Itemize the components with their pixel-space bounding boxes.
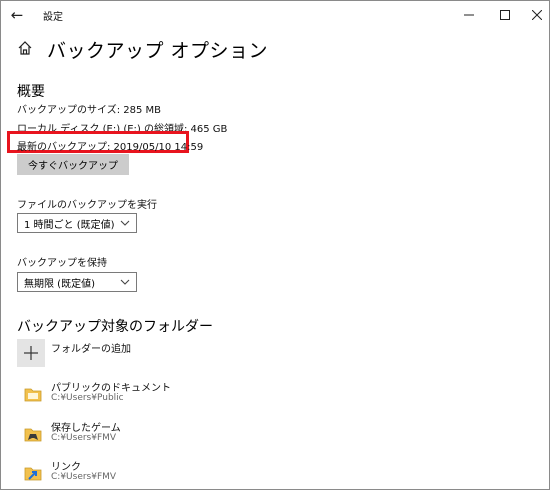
saved-games-icon <box>24 428 42 442</box>
settings-window: ← 設定 バックアップ オプション 概要 バックアップのサイズ: 285 MB … <box>0 0 550 490</box>
backup-now-button[interactable]: 今すぐバックアップ <box>17 154 129 175</box>
links-folder-icon <box>24 467 42 481</box>
close-button[interactable] <box>517 1 549 29</box>
folder-path: C:¥Users¥FMV <box>51 472 117 482</box>
window-title: 設定 <box>43 12 63 23</box>
folder-path: C:¥Users¥Public <box>51 393 124 403</box>
chevron-down-icon <box>120 279 130 285</box>
back-arrow-icon: ← <box>10 6 24 24</box>
folder-name: リンク <box>51 462 81 473</box>
add-folder-button[interactable] <box>17 339 45 367</box>
folder-path: C:¥Users¥FMV <box>51 433 117 443</box>
plus-icon <box>24 346 38 360</box>
folder-name: 保存したゲーム <box>51 423 121 434</box>
title-bar: ← 設定 <box>1 1 549 31</box>
back-button[interactable]: ← <box>1 1 33 29</box>
close-icon <box>532 10 542 20</box>
run-backup-label: ファイルのバックアップを実行 <box>17 200 157 211</box>
latest-backup-text: 最新のバックアップ: 2019/05/10 14:59 <box>17 142 204 153</box>
folder-item-public-documents[interactable]: パブリックのドキュメント C:¥Users¥Public <box>17 379 317 413</box>
keep-backup-value: 無期限 (既定値) <box>24 278 95 290</box>
folder-icon <box>24 388 42 402</box>
overview-heading: 概要 <box>17 84 45 100</box>
add-folder-label[interactable]: フォルダーの追加 <box>51 340 131 355</box>
minimize-button[interactable] <box>449 1 489 29</box>
folder-name: パブリックのドキュメント <box>51 383 171 394</box>
backup-size-text: バックアップのサイズ: 285 MB <box>17 105 162 116</box>
home-icon[interactable] <box>17 40 33 56</box>
keep-backup-label: バックアップを保持 <box>17 258 107 269</box>
keep-backup-select[interactable]: 無期限 (既定値) <box>17 272 137 292</box>
folder-item-saved-games[interactable]: 保存したゲーム C:¥Users¥FMV <box>17 419 317 453</box>
folder-item-links[interactable]: リンク C:¥Users¥FMV <box>17 458 317 489</box>
run-backup-select[interactable]: 1 時間ごと (既定値) <box>17 213 137 233</box>
chevron-down-icon <box>120 220 130 226</box>
run-backup-value: 1 時間ごと (既定値) <box>24 219 115 231</box>
minimize-icon <box>464 14 474 16</box>
folders-heading: バックアップ対象のフォルダー <box>17 319 213 335</box>
page-title: バックアップ オプション <box>47 40 269 62</box>
maximize-icon <box>500 10 510 20</box>
